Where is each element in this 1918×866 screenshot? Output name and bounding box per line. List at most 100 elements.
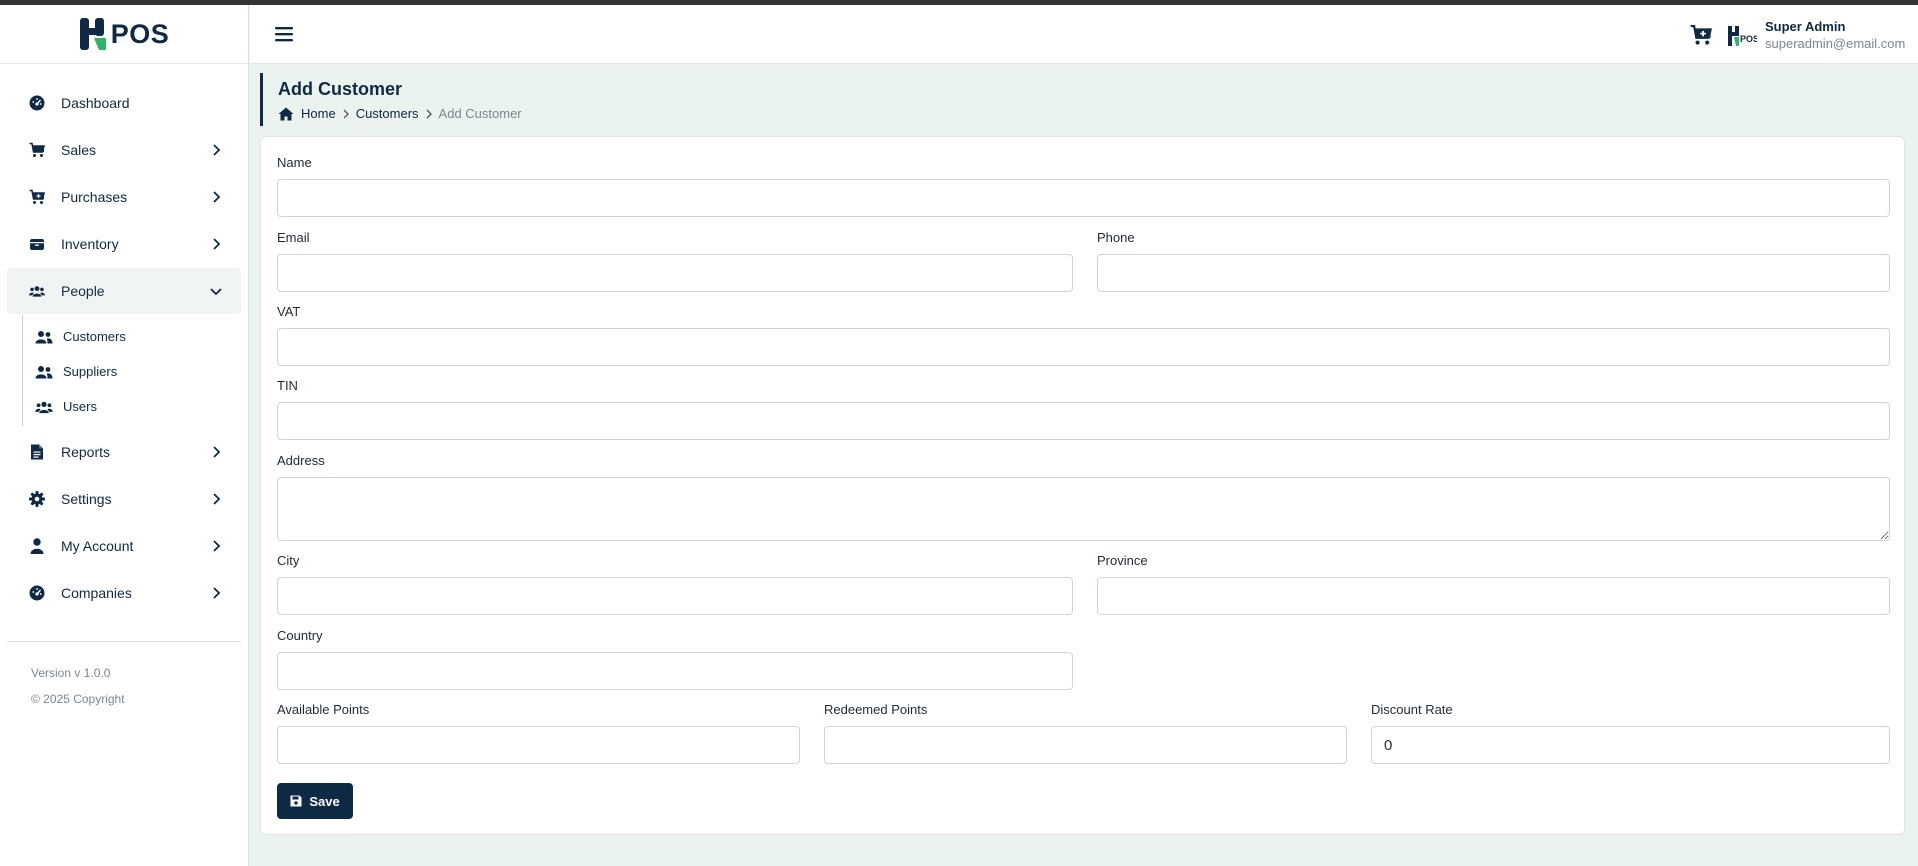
email-input[interactable] [277, 254, 1073, 292]
sidebar-item-my-account[interactable]: My Account [7, 523, 241, 569]
sidebar-item-reports[interactable]: Reports [7, 429, 241, 475]
cart-plus-icon [1690, 24, 1713, 45]
country-field-group: Country [277, 628, 1073, 690]
sidebar-subitem-suppliers[interactable]: Suppliers [23, 354, 248, 389]
phone-field-group: Phone [1097, 230, 1890, 292]
user-group-icon [35, 329, 53, 345]
breadcrumb-home-link[interactable]: Home [301, 106, 336, 121]
chevron-right-icon [213, 587, 221, 599]
chevron-right-icon [213, 446, 221, 458]
user-info[interactable]: Super Admin superadmin@email.com [1765, 18, 1905, 52]
chevron-down-icon [210, 288, 222, 296]
sidebar-item-dashboard[interactable]: Dashboard [7, 80, 241, 126]
discount-rate-label: Discount Rate [1371, 702, 1453, 717]
user-name: Super Admin [1765, 19, 1846, 34]
breadcrumb-chevron-icon [343, 109, 349, 118]
sidebar-item-label: Reports [61, 444, 111, 460]
vat-field-group: VAT [277, 304, 1890, 366]
app-logo[interactable]: POS [79, 17, 170, 51]
sidebar-item-label: Sales [61, 142, 97, 158]
sidebar-subitem-label: Suppliers [63, 364, 118, 379]
box-icon [29, 236, 45, 252]
sidebar-subitem-customers[interactable]: Customers [23, 319, 248, 354]
country-input[interactable] [277, 652, 1073, 690]
user-avatar[interactable]: POS [1727, 23, 1757, 49]
breadcrumb-customers-link[interactable]: Customers [356, 106, 419, 121]
pos-cart-button[interactable] [1687, 21, 1715, 49]
sidebar-item-purchases[interactable]: Purchases [7, 174, 241, 220]
user-group-icon [35, 364, 53, 380]
city-label: City [277, 553, 300, 568]
version-text: Version v 1.0.0 [31, 666, 111, 680]
province-input[interactable] [1097, 577, 1890, 615]
people-submenu: Customers Suppliers Users [22, 315, 248, 426]
tin-label: TIN [277, 378, 298, 393]
province-field-group: Province [1097, 553, 1890, 615]
email-field-group: Email [277, 230, 1073, 292]
phone-input[interactable] [1097, 254, 1890, 292]
sidebar-subitem-label: Customers [63, 329, 126, 344]
breadcrumb-current: Add Customer [438, 106, 522, 121]
country-label: Country [277, 628, 323, 643]
name-label: Name [277, 155, 312, 170]
sidebar-item-label: Settings [61, 491, 112, 507]
sidebar-item-label: Inventory [61, 236, 119, 252]
sidebar-item-companies[interactable]: Companies [7, 570, 241, 616]
avatar-logo-icon: POS [1728, 26, 1757, 46]
sidebar-item-inventory[interactable]: Inventory [7, 221, 241, 267]
user-email: superadmin@email.com [1765, 36, 1906, 51]
page-heading: Add Customer Home Customers Add Customer [260, 73, 1905, 126]
available-points-label: Available Points [277, 702, 370, 717]
vat-label: VAT [277, 304, 301, 319]
sidebar-item-label: Companies [61, 585, 132, 601]
gear-icon [29, 491, 45, 507]
city-field-group: City [277, 553, 1073, 615]
city-input[interactable] [277, 577, 1073, 615]
phone-label: Phone [1097, 230, 1135, 245]
copyright-text: © 2025 Copyright [31, 692, 125, 706]
top-header: POS Super Admin superadmin@email.com [250, 5, 1918, 64]
hamburger-menu-button[interactable] [274, 24, 294, 44]
logo-mark-icon [79, 18, 106, 50]
province-label: Province [1097, 553, 1148, 568]
available-points-input[interactable] [277, 726, 800, 764]
sidebar-item-label: Dashboard [61, 95, 130, 111]
sidebar-item-settings[interactable]: Settings [7, 476, 241, 522]
breadcrumb: Home Customers Add Customer [278, 106, 1905, 121]
redeemed-points-input[interactable] [824, 726, 1347, 764]
sidebar-subitem-users[interactable]: Users [23, 389, 248, 424]
users-icon [35, 399, 53, 415]
file-report-icon [29, 444, 45, 460]
chevron-right-icon [213, 238, 221, 250]
vat-input[interactable] [277, 328, 1890, 366]
users-icon [29, 283, 45, 299]
chevron-right-icon [213, 144, 221, 156]
sidebar-subitem-label: Users [63, 399, 97, 414]
user-icon [29, 538, 45, 554]
chevron-right-icon [213, 540, 221, 552]
logo-text: POS [110, 18, 170, 49]
sidebar-item-people[interactable]: People [7, 268, 241, 314]
add-customer-form-card: Name Email Phone VAT TIN Address City Pr… [260, 136, 1905, 835]
shopping-cart-icon [29, 142, 45, 158]
gauge-icon [29, 585, 45, 601]
available-points-field-group: Available Points [277, 702, 800, 764]
sidebar: POS Dashboard Sales Purchases Inventory … [0, 5, 249, 866]
redeemed-points-field-group: Redeemed Points [824, 702, 1347, 764]
discount-rate-input[interactable] [1371, 726, 1890, 764]
redeemed-points-label: Redeemed Points [824, 702, 928, 717]
address-textarea[interactable] [277, 477, 1890, 541]
tin-input[interactable] [277, 402, 1890, 440]
save-button[interactable]: Save [277, 783, 353, 819]
name-input[interactable] [277, 179, 1890, 217]
discount-rate-field-group: Discount Rate [1371, 702, 1890, 764]
chevron-right-icon [213, 493, 221, 505]
sidebar-item-sales[interactable]: Sales [7, 127, 241, 173]
cart-plus-icon [29, 189, 45, 205]
sidebar-footer: Version v 1.0.0 © 2025 Copyright [7, 641, 241, 712]
hamburger-icon [275, 27, 293, 42]
dashboard-gauge-icon [29, 95, 45, 111]
tin-field-group: TIN [277, 378, 1890, 440]
avatar-text: POS [1740, 34, 1757, 44]
name-field-group: Name [277, 155, 1890, 217]
